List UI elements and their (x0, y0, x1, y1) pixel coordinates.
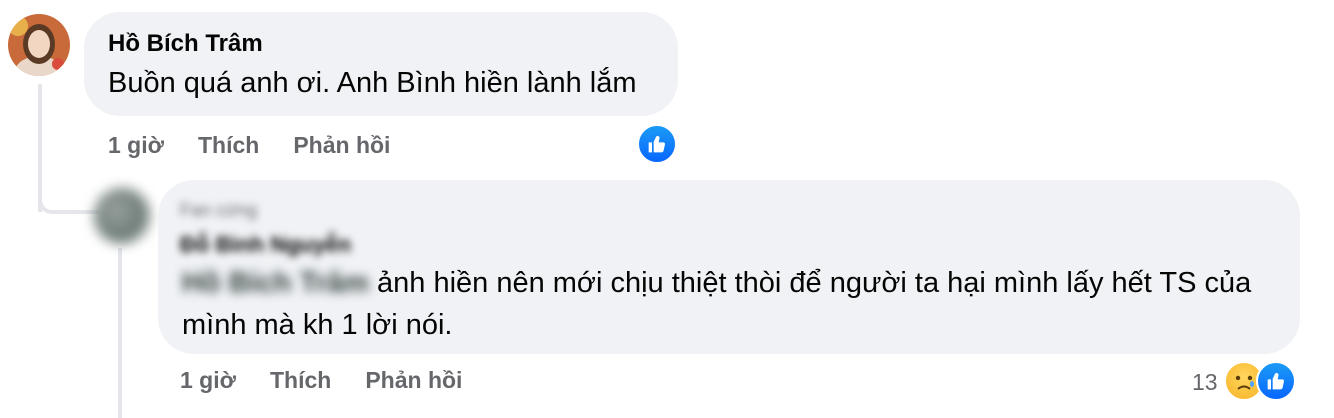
like-reaction-icon[interactable] (637, 124, 677, 164)
thumbs-up-icon (1267, 372, 1284, 390)
like-reaction-icon[interactable] (1256, 361, 1296, 401)
comment-author[interactable]: Hồ Bích Trâm (108, 30, 263, 58)
reply-author[interactable]: Đỗ Bình Nguyễn (180, 232, 351, 258)
mention-link[interactable]: Hồ Bích Trâm (182, 267, 369, 299)
reply-text: Hồ Bích Trâm ảnh hiền nên mới chịu thiệt… (182, 262, 1282, 346)
like-button[interactable]: Thích (270, 367, 331, 394)
thread-connector-curve (38, 178, 100, 214)
comment-text: Buồn quá anh ơi. Anh Bình hiền lành lắm (108, 67, 637, 99)
reply-button[interactable]: Phản hồi (365, 367, 462, 394)
reaction-count[interactable]: 13 (1192, 369, 1218, 396)
reply-connector (118, 248, 122, 418)
top-fan-badge: Fan cứng (180, 200, 258, 220)
comment-time[interactable]: 1 giờ (108, 132, 164, 159)
reply-button[interactable]: Phản hồi (293, 132, 390, 159)
reply-time[interactable]: 1 giờ (180, 367, 236, 394)
thumbs-up-icon (648, 135, 665, 153)
reply-actions: 1 giờ Thích Phản hồi (180, 367, 462, 394)
avatar[interactable] (94, 188, 150, 244)
comment-actions: 1 giờ Thích Phản hồi (108, 132, 390, 159)
avatar[interactable] (8, 14, 70, 76)
like-button[interactable]: Thích (198, 132, 259, 159)
